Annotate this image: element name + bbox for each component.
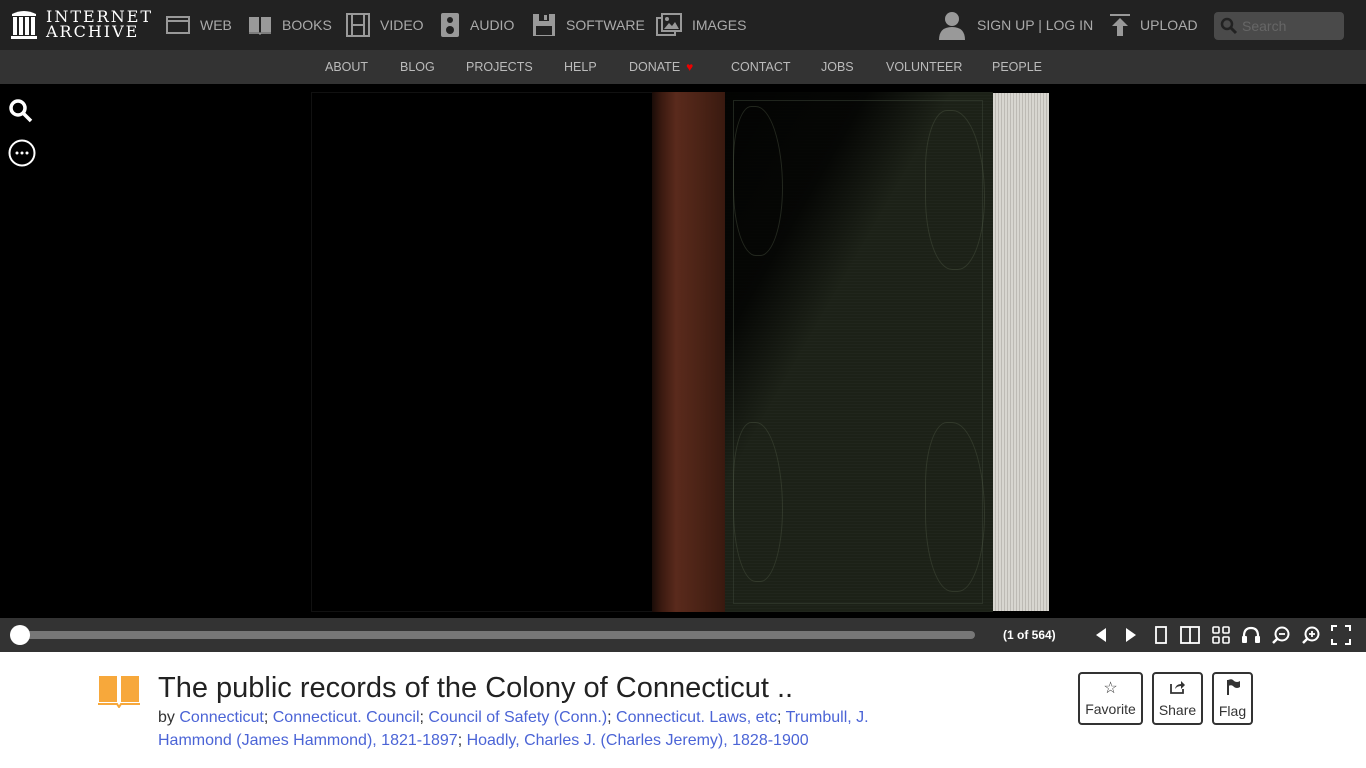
book-icon xyxy=(98,676,140,709)
software-icon xyxy=(533,14,555,36)
nav-web[interactable]: WEB xyxy=(166,12,232,38)
star-icon: ☆ xyxy=(1103,679,1118,697)
page-slider-thumb[interactable] xyxy=(10,625,30,645)
top-navigation: INTERNET ARCHIVE WEB BOOKS VIDEO AUDIO S… xyxy=(0,0,1366,50)
web-icon xyxy=(166,16,190,34)
upload-link[interactable]: UPLOAD xyxy=(1110,14,1198,36)
zoom-out-button[interactable] xyxy=(1270,625,1292,645)
subnav-about[interactable]: ABOUT xyxy=(325,60,368,74)
user-icon xyxy=(939,12,965,40)
zoom-out-icon xyxy=(1272,626,1290,644)
share-label: Share xyxy=(1158,701,1197,718)
search-icon xyxy=(9,99,33,123)
flag-button[interactable]: Flag xyxy=(1212,672,1253,725)
fullscreen-button[interactable] xyxy=(1330,625,1352,645)
subnav-contact[interactable]: CONTACT xyxy=(731,60,791,74)
subnav-donate-label: DONATE xyxy=(629,60,681,74)
internet-archive-logo[interactable]: INTERNET ARCHIVE xyxy=(10,8,153,40)
upload-label: UPLOAD xyxy=(1140,17,1198,33)
books-icon xyxy=(249,17,271,35)
nav-books[interactable]: BOOKS xyxy=(248,12,332,38)
search-icon xyxy=(1220,17,1238,35)
page-left[interactable] xyxy=(311,92,657,612)
subnav-help[interactable]: HELP xyxy=(564,60,597,74)
page-number: (1 of 564) xyxy=(1003,628,1056,642)
read-aloud-button[interactable] xyxy=(1240,625,1262,645)
nav-video-label: VIDEO xyxy=(380,17,424,33)
video-icon xyxy=(346,13,370,37)
nav-images-label: IMAGES xyxy=(692,17,747,33)
zoom-in-button[interactable] xyxy=(1300,625,1322,645)
grid-icon xyxy=(1212,626,1230,644)
item-creators: by Connecticut; Connecticut. Council; Co… xyxy=(158,709,869,749)
logo-text-archive: ARCHIVE xyxy=(46,22,140,41)
single-page-icon xyxy=(1155,626,1167,644)
one-page-view-button[interactable] xyxy=(1150,625,1172,645)
zoom-in-icon xyxy=(1302,626,1320,644)
fullscreen-icon xyxy=(1331,625,1351,645)
favorite-label: Favorite xyxy=(1085,700,1136,717)
thumbnail-view-button[interactable] xyxy=(1210,625,1232,645)
nav-software-label: SOFTWARE xyxy=(566,17,645,33)
previous-page-button[interactable] xyxy=(1090,625,1112,645)
sign-up-log-in-link[interactable]: SIGN UP | LOG IN xyxy=(938,10,1093,40)
nav-audio[interactable]: AUDIO xyxy=(440,12,514,38)
favorite-button[interactable]: ☆ Favorite xyxy=(1078,672,1143,725)
upload-icon xyxy=(1110,14,1130,36)
nav-video[interactable]: VIDEO xyxy=(346,12,424,38)
subnav-donate[interactable]: DONATE ♥ xyxy=(629,60,693,74)
headphones-icon xyxy=(1242,626,1260,643)
book-spine xyxy=(652,92,732,612)
nav-audio-label: AUDIO xyxy=(470,17,515,33)
subnav-jobs[interactable]: JOBS xyxy=(821,60,854,74)
reader-controls: (1 of 564) xyxy=(0,618,1366,652)
images-icon xyxy=(656,13,682,36)
subnav-people[interactable]: PEOPLE xyxy=(992,60,1042,74)
two-page-icon xyxy=(1180,626,1200,644)
next-page-button[interactable] xyxy=(1120,625,1142,645)
page-edges xyxy=(993,93,1049,611)
audio-icon xyxy=(441,13,459,37)
nav-images[interactable]: IMAGES xyxy=(656,12,746,38)
search-input[interactable] xyxy=(1242,18,1342,34)
heart-icon: ♥ xyxy=(686,60,694,74)
creator-link[interactable]: Connecticut. Laws, etc xyxy=(616,709,777,726)
texts-mediatype xyxy=(97,674,141,713)
sign-up-log-in-label: SIGN UP | LOG IN xyxy=(977,17,1094,33)
page-slider-track[interactable] xyxy=(20,631,975,639)
search-box[interactable] xyxy=(1214,12,1344,40)
creator-link[interactable]: Hoadly, Charles J. (Charles Jeremy), 182… xyxy=(467,732,809,749)
share-icon xyxy=(1169,680,1186,698)
nav-web-label: WEB xyxy=(200,17,232,33)
search-inside-button[interactable] xyxy=(8,98,34,129)
more-options-button[interactable] xyxy=(8,139,36,172)
creator-link[interactable]: Council of Safety (Conn.) xyxy=(428,709,607,726)
item-title: The public records of the Colony of Conn… xyxy=(158,672,794,704)
page-right-book-cover[interactable] xyxy=(725,92,993,612)
more-options-icon xyxy=(8,139,36,167)
two-page-view-button[interactable] xyxy=(1179,625,1201,645)
by-label: by xyxy=(158,709,175,726)
triangle-left-icon xyxy=(1096,628,1106,642)
share-button[interactable]: Share xyxy=(1152,672,1203,725)
secondary-navigation: ABOUT BLOG PROJECTS HELP DONATE ♥ CONTACT… xyxy=(0,50,1366,84)
creator-link[interactable]: Connecticut xyxy=(179,709,264,726)
flag-icon xyxy=(1226,678,1240,699)
nav-books-label: BOOKS xyxy=(282,17,332,33)
subnav-blog[interactable]: BLOG xyxy=(400,60,435,74)
creator-link[interactable]: Connecticut. Council xyxy=(273,709,420,726)
subnav-volunteer[interactable]: VOLUNTEER xyxy=(886,60,962,74)
nav-software[interactable]: SOFTWARE xyxy=(532,12,645,38)
book-reader xyxy=(0,84,1366,618)
subnav-projects[interactable]: PROJECTS xyxy=(466,60,533,74)
item-details: The public records of the Colony of Conn… xyxy=(0,652,1366,768)
flag-label: Flag xyxy=(1218,702,1247,719)
archive-building-icon xyxy=(11,11,37,39)
triangle-right-icon xyxy=(1126,628,1136,642)
